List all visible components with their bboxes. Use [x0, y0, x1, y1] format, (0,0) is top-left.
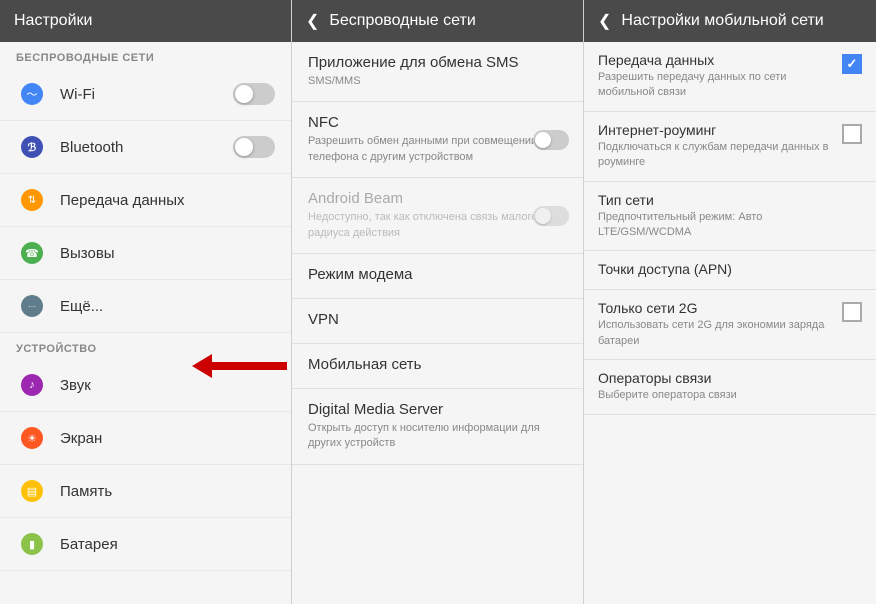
settings-title: Настройки	[0, 0, 291, 42]
operators-title: Операторы связи	[598, 370, 854, 386]
2g-only-item[interactable]: Только сети 2G Использовать сети 2G для …	[584, 290, 876, 360]
battery-label: Батарея	[60, 536, 275, 553]
bluetooth-item[interactable]: ℬ Bluetooth	[0, 121, 291, 174]
storage-icon: ▤	[21, 480, 43, 502]
2g-only-content: Только сети 2G Использовать сети 2G для …	[598, 300, 842, 349]
network-type-title: Тип сети	[598, 192, 854, 208]
apn-title: Точки доступа (APN)	[598, 261, 854, 277]
wifi-icon: 〜	[21, 83, 43, 105]
data-transfer-right-title: Передача данных	[598, 52, 834, 68]
mobile-network-title: Мобильная сеть	[308, 356, 567, 373]
data-transfer-content: Передача данных Разрешить передачу данны…	[598, 52, 842, 101]
data-transfer-check-mark: ✓	[847, 56, 858, 72]
2g-only-subtitle: Использовать сети 2G для экономии заряда…	[598, 318, 834, 349]
dms-item[interactable]: Digital Media Server Открыть доступ к но…	[292, 389, 583, 465]
network-type-content: Тип сети Предпочтительный режим: Авто LT…	[598, 192, 862, 241]
display-label: Экран	[60, 430, 275, 447]
battery-icon-wrap: ▮	[16, 528, 48, 560]
2g-only-title: Только сети 2G	[598, 300, 834, 316]
vpn-item[interactable]: VPN	[292, 299, 583, 344]
android-beam-subtitle: Недоступно, так как отключена связь мало…	[308, 210, 567, 241]
data-transfer-right-subtitle: Разрешить передачу данных по сети мобиль…	[598, 70, 834, 101]
calls-icon: ☎	[21, 242, 43, 264]
wifi-item[interactable]: 〜 Wi-Fi	[0, 68, 291, 121]
wireless-back-arrow: ❮	[306, 11, 319, 31]
calls-item[interactable]: ☎ Вызовы	[0, 227, 291, 280]
bluetooth-toggle[interactable]	[233, 136, 275, 158]
roaming-checkbox[interactable]	[842, 124, 862, 144]
more-label: Ещё...	[60, 298, 275, 315]
dms-subtitle: Открыть доступ к носителю информации для…	[308, 421, 567, 452]
calls-label: Вызовы	[60, 245, 275, 262]
settings-panel: Настройки БЕСПРОВОДНЫЕ СЕТИ 〜 Wi-Fi ℬ Bl…	[0, 0, 292, 604]
display-item[interactable]: ☀ Экран	[0, 412, 291, 465]
hotspot-title: Режим модема	[308, 266, 567, 283]
mobile-network-red-arrow	[192, 351, 287, 381]
wireless-title-text: Беспроводные сети	[329, 12, 475, 30]
battery-item[interactable]: ▮ Батарея	[0, 518, 291, 571]
nfc-title: NFC	[308, 114, 567, 131]
mobile-settings-title-text: Настройки мобильной сети	[621, 12, 823, 30]
sound-icon-wrap: ♪	[16, 369, 48, 401]
storage-icon-wrap: ▤	[16, 475, 48, 507]
mobile-network-settings-panel: ❮ Настройки мобильной сети Передача данн…	[584, 0, 876, 604]
mobile-network-item[interactable]: Мобильная сеть	[292, 344, 583, 389]
bluetooth-icon: ℬ	[21, 136, 43, 158]
operators-item[interactable]: Операторы связи Выберите оператора связи	[584, 360, 876, 414]
wireless-section-label: БЕСПРОВОДНЫЕ СЕТИ	[0, 42, 291, 68]
display-icon-wrap: ☀	[16, 422, 48, 454]
more-icon: ···	[21, 295, 43, 317]
network-type-item[interactable]: Тип сети Предпочтительный режим: Авто LT…	[584, 182, 876, 252]
android-beam-item[interactable]: Android Beam Недоступно, так как отключе…	[292, 178, 583, 254]
nfc-toggle[interactable]	[533, 130, 569, 150]
vpn-title: VPN	[308, 311, 567, 328]
wifi-toggle[interactable]	[233, 83, 275, 105]
more-item[interactable]: ··· Ещё...	[0, 280, 291, 333]
battery-icon: ▮	[21, 533, 43, 555]
roaming-item[interactable]: Интернет-роуминг Подключаться к службам …	[584, 112, 876, 182]
apn-content: Точки доступа (APN)	[598, 261, 862, 279]
mobile-settings-title: ❮ Настройки мобильной сети	[584, 0, 876, 42]
wireless-title: ❮ Беспроводные сети	[292, 0, 583, 42]
sound-icon: ♪	[21, 374, 43, 396]
wireless-networks-panel: ❮ Беспроводные сети Приложение для обмен…	[292, 0, 584, 604]
apn-item[interactable]: Точки доступа (APN)	[584, 251, 876, 290]
sms-app-title: Приложение для обмена SMS	[308, 54, 567, 71]
wifi-label: Wi-Fi	[60, 86, 233, 103]
display-icon: ☀	[21, 427, 43, 449]
data-transfer-right-item[interactable]: Передача данных Разрешить передачу данны…	[584, 42, 876, 112]
roaming-subtitle: Подключаться к службам передачи данных в…	[598, 140, 834, 171]
bluetooth-label: Bluetooth	[60, 139, 233, 156]
sms-app-subtitle: SMS/MMS	[308, 74, 567, 89]
nfc-subtitle: Разрешить обмен данными при совмещении т…	[308, 134, 567, 165]
mobile-settings-back: ❮	[598, 11, 611, 31]
storage-label: Память	[60, 483, 275, 500]
storage-item[interactable]: ▤ Память	[0, 465, 291, 518]
calls-icon-wrap: ☎	[16, 237, 48, 269]
bluetooth-icon-wrap: ℬ	[16, 131, 48, 163]
android-beam-title: Android Beam	[308, 190, 567, 207]
android-beam-toggle[interactable]	[533, 206, 569, 226]
wifi-icon-wrap: 〜	[16, 78, 48, 110]
data-icon: ⇅	[21, 189, 43, 211]
data-transfer-item[interactable]: ⇅ Передача данных	[0, 174, 291, 227]
operators-subtitle: Выберите оператора связи	[598, 388, 854, 403]
sms-app-item[interactable]: Приложение для обмена SMS SMS/MMS	[292, 42, 583, 102]
data-label: Передача данных	[60, 192, 275, 209]
nfc-item[interactable]: NFC Разрешить обмен данными при совмещен…	[292, 102, 583, 178]
hotspot-item[interactable]: Режим модема	[292, 254, 583, 299]
data-transfer-checkbox[interactable]: ✓	[842, 54, 862, 74]
operators-content: Операторы связи Выберите оператора связи	[598, 370, 862, 403]
roaming-content: Интернет-роуминг Подключаться к службам …	[598, 122, 842, 171]
more-icon-wrap: ···	[16, 290, 48, 322]
roaming-title: Интернет-роуминг	[598, 122, 834, 138]
dms-title: Digital Media Server	[308, 401, 567, 418]
2g-only-checkbox[interactable]	[842, 302, 862, 322]
network-type-subtitle: Предпочтительный режим: Авто LTE/GSM/WCD…	[598, 210, 854, 241]
settings-title-text: Настройки	[14, 12, 92, 30]
data-icon-wrap: ⇅	[16, 184, 48, 216]
